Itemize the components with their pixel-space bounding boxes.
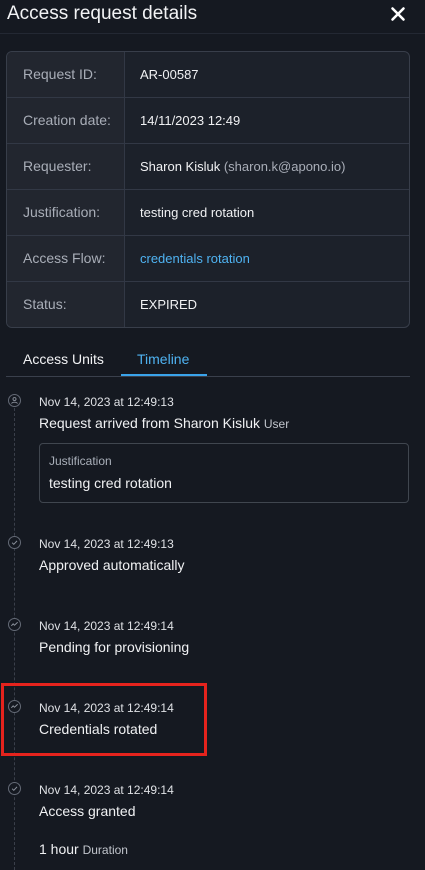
event-time: Nov 14, 2023 at 12:49:13	[39, 537, 174, 551]
requester-name: Sharon Kisluk	[140, 159, 221, 174]
highlight-box	[1, 683, 207, 756]
event-time: Nov 14, 2023 at 12:49:14	[39, 619, 174, 633]
tab-access-units[interactable]: Access Units	[23, 351, 104, 367]
detail-row-request-id: Request ID: AR-00587	[7, 52, 409, 98]
event-text: Request arrived from Sharon Kisluk User	[39, 415, 289, 431]
detail-row-requester: Requester: Sharon Kisluk (sharon.k@apono…	[7, 144, 409, 190]
detail-label: Requester:	[7, 144, 125, 189]
requester-value: Sharon Kisluk (sharon.k@apono.io)	[140, 144, 345, 189]
status-value: EXPIRED	[140, 297, 198, 312]
event-description: Request arrived from Sharon Kisluk	[39, 415, 260, 431]
check-icon	[8, 782, 21, 795]
request-id-value: AR-00587	[140, 67, 199, 82]
timeline-connector	[14, 408, 15, 870]
justification-text: testing cred rotation	[49, 475, 172, 491]
justification-box: Justification testing cred rotation	[39, 443, 409, 503]
detail-label: Creation date:	[7, 98, 125, 143]
active-tab-indicator	[121, 374, 207, 376]
detail-label: Request ID:	[7, 52, 125, 97]
activity-icon	[8, 618, 21, 631]
dialog-header: Access request details	[0, 0, 425, 30]
detail-row-creation-date: Creation date: 14/11/2023 12:49	[7, 98, 409, 144]
close-icon[interactable]	[386, 2, 410, 26]
duration-label: Duration	[82, 843, 128, 857]
justification-value: testing cred rotation	[140, 205, 255, 220]
detail-label: Status:	[7, 282, 125, 327]
dialog-title: Access request details	[7, 3, 198, 24]
details-table: Request ID: AR-00587 Creation date: 14/1…	[6, 51, 410, 328]
detail-row-justification: Justification: testing cred rotation	[7, 190, 409, 236]
justification-label: Justification	[49, 454, 112, 468]
access-flow-link[interactable]: credentials rotation	[140, 236, 250, 281]
creation-date-value: 14/11/2023 12:49	[140, 113, 241, 128]
event-description: Approved automatically	[39, 557, 185, 573]
requester-email: (sharon.k@apono.io)	[223, 159, 346, 174]
detail-row-access-flow: Access Flow: credentials rotation	[7, 236, 409, 282]
duration-value: 1 hour	[39, 841, 79, 857]
check-icon	[8, 536, 21, 549]
event-actor-type: User	[263, 417, 290, 431]
event-time: Nov 14, 2023 at 12:49:14	[39, 783, 174, 797]
event-time: Nov 14, 2023 at 12:49:13	[39, 395, 174, 409]
header-divider	[0, 33, 425, 34]
detail-label: Justification:	[7, 190, 125, 235]
detail-label: Access Flow:	[7, 236, 125, 281]
detail-row-status: Status: EXPIRED	[7, 282, 409, 327]
event-description: Pending for provisioning	[39, 639, 190, 655]
tab-bar: Access Units Timeline	[6, 340, 410, 377]
event-description: Access granted	[39, 803, 136, 819]
duration: 1 hour Duration	[39, 841, 128, 857]
user-icon	[8, 394, 21, 407]
tab-timeline[interactable]: Timeline	[137, 351, 189, 367]
